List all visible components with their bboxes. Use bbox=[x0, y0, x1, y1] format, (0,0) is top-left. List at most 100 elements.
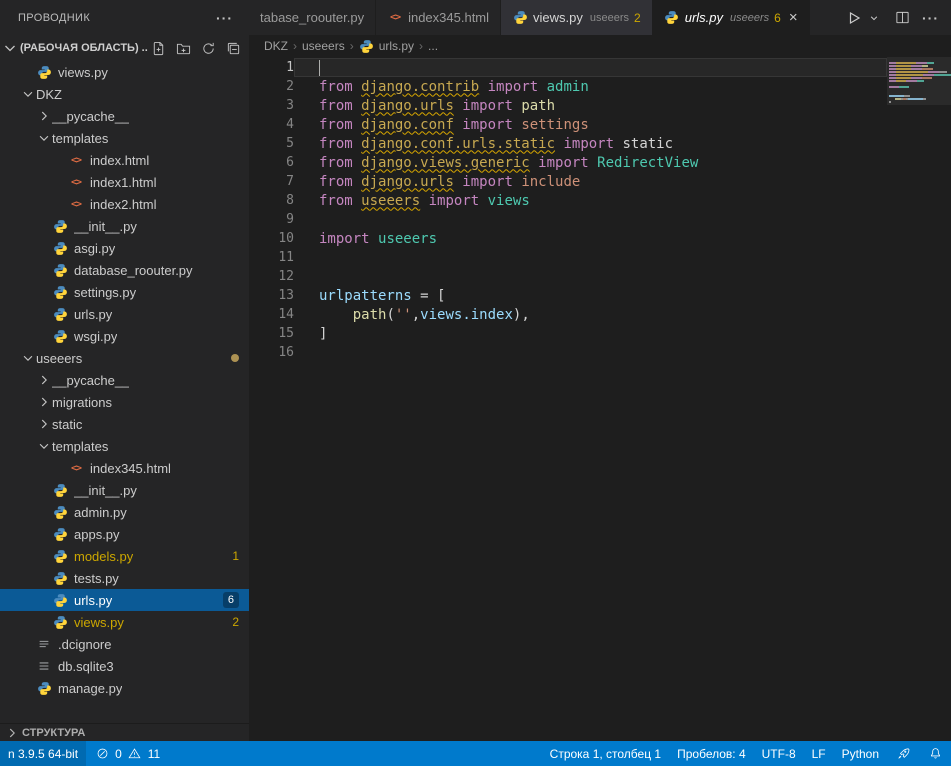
tab-urls.py[interactable]: urls.pyuseeers6× bbox=[653, 0, 810, 35]
tree-item-index345.html[interactable]: <>index345.html bbox=[0, 457, 249, 479]
close-icon[interactable]: × bbox=[789, 10, 798, 25]
tree-item-__init__.py[interactable]: __init__.py bbox=[0, 479, 249, 501]
code-line[interactable]: 16 bbox=[249, 343, 887, 362]
code-line[interactable]: 4from django.conf import settings bbox=[249, 115, 887, 134]
breadcrumb-item-...[interactable]: ... bbox=[428, 39, 438, 53]
tree-item-admin.py[interactable]: admin.py bbox=[0, 501, 249, 523]
tree-item-db.sqlite3[interactable]: db.sqlite3 bbox=[0, 655, 249, 677]
cursor-position-label: Строка 1, столбец 1 bbox=[550, 747, 661, 761]
minimap[interactable] bbox=[887, 57, 951, 741]
tree-item-index.html[interactable]: <>index.html bbox=[0, 149, 249, 171]
code-line[interactable]: 14 path('',views.index), bbox=[249, 305, 887, 324]
modified-dot bbox=[231, 354, 239, 362]
tree-item-database_roouter.py[interactable]: database_roouter.py bbox=[0, 259, 249, 281]
tree-item-asgi.py[interactable]: asgi.py bbox=[0, 237, 249, 259]
file-label: useeers bbox=[36, 351, 82, 366]
code-line[interactable]: 9 bbox=[249, 210, 887, 229]
tree-item-useeers[interactable]: useeers bbox=[0, 347, 249, 369]
chevron-right-icon[interactable] bbox=[36, 395, 52, 409]
chevron-down-icon[interactable] bbox=[36, 439, 52, 453]
tree-item-templates[interactable]: templates bbox=[0, 127, 249, 149]
chevron-right-icon[interactable] bbox=[36, 417, 52, 431]
notifications-item[interactable] bbox=[919, 741, 951, 766]
split-editor-icon[interactable] bbox=[894, 10, 910, 26]
tree-item-manage.py[interactable]: manage.py bbox=[0, 677, 249, 699]
tree-item-DKZ[interactable]: DKZ bbox=[0, 83, 249, 105]
eol-item[interactable]: LF bbox=[804, 741, 834, 766]
minimap-token bbox=[928, 71, 939, 73]
code-line[interactable]: 1 bbox=[249, 58, 887, 77]
code-line[interactable]: 11 bbox=[249, 248, 887, 267]
chevron-right-icon[interactable] bbox=[36, 373, 52, 387]
indentation-item[interactable]: Пробелов: 4 bbox=[669, 741, 754, 766]
code-line[interactable]: 7from django.urls import include bbox=[249, 172, 887, 191]
code-line[interactable]: 8from useeers import views bbox=[249, 191, 887, 210]
file-label: wsgi.py bbox=[74, 329, 117, 344]
run-button[interactable] bbox=[846, 10, 862, 26]
tree-item-.dcignore[interactable]: .dcignore bbox=[0, 633, 249, 655]
line-number: 6 bbox=[249, 155, 294, 170]
indent bbox=[0, 446, 36, 447]
code-line[interactable]: 2from django.contrib import admin bbox=[249, 77, 887, 96]
tab-tabase_roouter.py[interactable]: tabase_roouter.py bbox=[249, 0, 376, 35]
tree-item-settings.py[interactable]: settings.py bbox=[0, 281, 249, 303]
tree-item-__pycache__[interactable]: __pycache__ bbox=[0, 105, 249, 127]
code-line[interactable]: 12 bbox=[249, 267, 887, 286]
file-label: templates bbox=[52, 439, 108, 454]
breadcrumb-item-DKZ[interactable]: DKZ bbox=[264, 39, 288, 53]
minimap-token bbox=[899, 86, 909, 88]
tree-item-migrations[interactable]: migrations bbox=[0, 391, 249, 413]
chevron-down-icon[interactable] bbox=[20, 87, 36, 101]
tree-item-templates[interactable]: templates bbox=[0, 435, 249, 457]
chevron-down-icon[interactable] bbox=[36, 131, 52, 145]
chevron-right-icon[interactable] bbox=[36, 109, 52, 123]
code-line[interactable]: 3from django.urls import path bbox=[249, 96, 887, 115]
python-interpreter-item[interactable]: n 3.9.5 64-bit bbox=[0, 741, 86, 766]
tree-item-apps.py[interactable]: apps.py bbox=[0, 523, 249, 545]
language-mode-item[interactable]: Python bbox=[834, 741, 887, 766]
encoding-item[interactable]: UTF-8 bbox=[754, 741, 804, 766]
outline-section-header[interactable]: СТРУКТУРА bbox=[0, 723, 249, 741]
run-dropdown-chevron-icon[interactable] bbox=[866, 10, 882, 26]
tree-item-static[interactable]: static bbox=[0, 413, 249, 435]
code-line[interactable]: 5from django.conf.urls.static import sta… bbox=[249, 134, 887, 153]
refresh-icon[interactable] bbox=[200, 40, 216, 56]
code-line[interactable]: 6from django.views.generic import Redire… bbox=[249, 153, 887, 172]
explorer-more-actions-icon[interactable]: ··· bbox=[216, 10, 233, 26]
workspace-label: (РАБОЧАЯ ОБЛАСТЬ) ... bbox=[20, 42, 148, 54]
tree-item-__pycache__[interactable]: __pycache__ bbox=[0, 369, 249, 391]
editor-more-actions-icon[interactable]: ··· bbox=[922, 10, 939, 26]
code-token: django.views.generic bbox=[361, 155, 530, 171]
tree-item-wsgi.py[interactable]: wsgi.py bbox=[0, 325, 249, 347]
pylance-item[interactable] bbox=[887, 741, 919, 766]
minimap-token bbox=[917, 80, 924, 82]
tree-item-tests.py[interactable]: tests.py bbox=[0, 567, 249, 589]
collapse-all-icon[interactable] bbox=[225, 40, 241, 56]
code-line[interactable]: 15] bbox=[249, 324, 887, 343]
tree-item-views.py[interactable]: views.py2 bbox=[0, 611, 249, 633]
code-line[interactable]: 10import useeers bbox=[249, 229, 887, 248]
breadcrumb-item-useeers[interactable]: useeers bbox=[302, 39, 345, 53]
tree-item-index2.html[interactable]: <>index2.html bbox=[0, 193, 249, 215]
breadcrumb-item-urls.py[interactable]: urls.py bbox=[359, 38, 414, 54]
cursor-position-item[interactable]: Строка 1, столбец 1 bbox=[542, 741, 669, 766]
tree-item-models.py[interactable]: models.py1 bbox=[0, 545, 249, 567]
tree-item-urls.py[interactable]: urls.py bbox=[0, 303, 249, 325]
code-line[interactable]: 13urlpatterns = [ bbox=[249, 286, 887, 305]
line-number: 2 bbox=[249, 79, 294, 94]
code-editor[interactable]: 12from django.contrib import admin3from … bbox=[249, 57, 951, 741]
problems-indicator[interactable]: 0 11 bbox=[86, 741, 168, 766]
workspace-section-header[interactable]: (РАБОЧАЯ ОБЛАСТЬ) ... bbox=[0, 35, 249, 61]
code-token: views.index bbox=[420, 307, 513, 323]
new-folder-icon[interactable] bbox=[175, 40, 191, 56]
tree-item-__init__.py[interactable]: __init__.py bbox=[0, 215, 249, 237]
tab-index345.html[interactable]: <>index345.html bbox=[376, 0, 501, 35]
tab-views.py[interactable]: views.pyuseeers2 bbox=[501, 0, 653, 35]
new-file-icon[interactable] bbox=[150, 40, 166, 56]
tree-item-urls.py[interactable]: urls.py6 bbox=[0, 589, 249, 611]
tree-item-views.py[interactable]: views.py bbox=[0, 61, 249, 83]
chevron-down-icon[interactable] bbox=[20, 351, 36, 365]
minimap-token bbox=[896, 77, 911, 79]
tree-item-index1.html[interactable]: <>index1.html bbox=[0, 171, 249, 193]
chevron-right-icon bbox=[4, 725, 20, 741]
